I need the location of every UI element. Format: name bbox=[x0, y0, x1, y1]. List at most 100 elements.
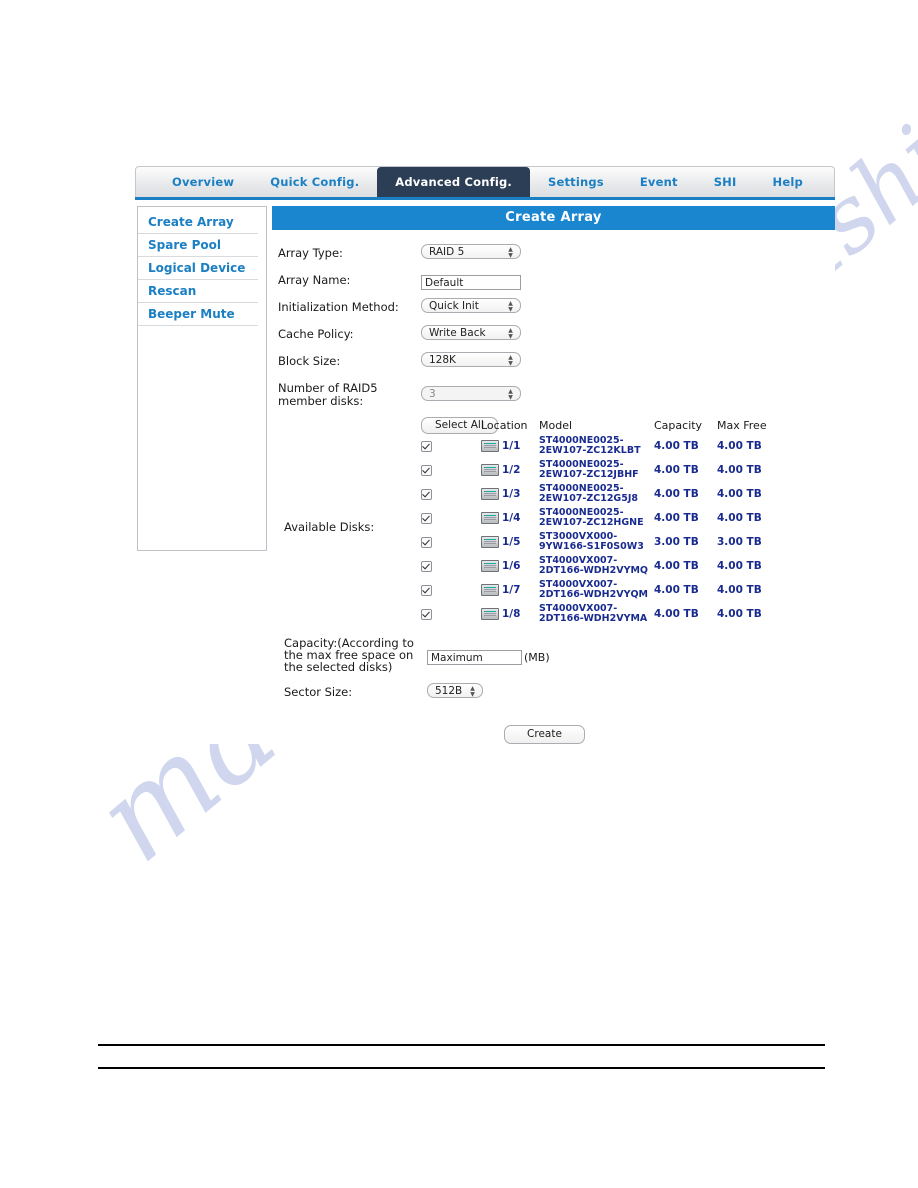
disk-select-cell bbox=[421, 581, 481, 600]
disk-capacity-value: 4.00 TB bbox=[654, 488, 717, 500]
disk-max-free-value: 4.00 TB bbox=[717, 464, 787, 476]
sidebar-item-rescan[interactable]: Rescan bbox=[138, 280, 258, 303]
content-panel: Create ArraySpare PoolLogical DeviceResc… bbox=[135, 197, 835, 744]
tab-advanced-config[interactable]: Advanced Config. bbox=[377, 167, 530, 197]
disk-model-cell: ST4000NE0025-2EW107-ZC12KLBT bbox=[539, 436, 654, 456]
disk-capacity-value: 4.00 TB bbox=[654, 440, 717, 452]
disk-location-value: 1/1 bbox=[502, 440, 520, 452]
disk-capacity-value: 3.00 TB bbox=[654, 536, 717, 548]
chevron-updown-icon: ▲▼ bbox=[506, 245, 515, 259]
hard-disk-icon bbox=[481, 440, 499, 452]
cache-policy-label: Cache Policy: bbox=[278, 325, 421, 341]
disk-max-free-value: 4.00 TB bbox=[717, 440, 787, 452]
disk-model-line2: 2EW107-ZC12G5J8 bbox=[539, 494, 654, 504]
disk-location-cell: 1/1 bbox=[481, 440, 539, 452]
field-row-sector-size: Sector Size: 512B ▲▼ bbox=[284, 683, 835, 702]
table-row: 1/3ST4000NE0025-2EW107-ZC12G5J84.00 TB4.… bbox=[278, 482, 835, 506]
col-header-capacity: Capacity bbox=[654, 419, 717, 432]
disk-model-line2: 2EW107-ZC12HGNE bbox=[539, 518, 654, 528]
disk-checkbox[interactable] bbox=[421, 465, 432, 476]
raid-web-gui: OverviewQuick Config.Advanced Config.Set… bbox=[135, 166, 835, 744]
hard-disk-icon bbox=[481, 536, 499, 548]
disk-model-cell: ST4000VX007-2DT166-WDH2VYQM bbox=[539, 580, 654, 600]
disk-max-free-value: 4.00 TB bbox=[717, 488, 787, 500]
field-row-capacity: Capacity:(According to the max free spac… bbox=[284, 634, 835, 673]
block-size-select[interactable]: 128K ▲▼ bbox=[421, 352, 521, 367]
disk-max-free-value: 4.00 TB bbox=[717, 560, 787, 572]
disk-location-cell: 1/2 bbox=[481, 464, 539, 476]
footer-divider-bottom bbox=[98, 1067, 825, 1069]
init-method-value: Quick Init bbox=[429, 300, 479, 312]
tab-help[interactable]: Help bbox=[755, 167, 821, 197]
sidebar-item-spare-pool[interactable]: Spare Pool bbox=[138, 234, 258, 257]
disk-select-cell bbox=[421, 557, 481, 576]
footer-divider-top bbox=[98, 1044, 825, 1046]
disk-model-line2: 2EW107-ZC12KLBT bbox=[539, 446, 654, 456]
capacity-input[interactable]: Maximum bbox=[427, 650, 522, 665]
sidebar-item-create-array[interactable]: Create Array bbox=[138, 211, 258, 234]
disk-location-value: 1/3 bbox=[502, 488, 520, 500]
tab-overview[interactable]: Overview bbox=[154, 167, 252, 197]
capacity-label: Capacity:(According to the max free spac… bbox=[284, 634, 427, 673]
disk-location-value: 1/7 bbox=[502, 584, 520, 596]
disk-model-line2: 2EW107-ZC12JBHF bbox=[539, 470, 654, 480]
sidebar-item-logical-device[interactable]: Logical Device bbox=[138, 257, 258, 280]
disk-checkbox[interactable] bbox=[421, 513, 432, 524]
cache-policy-value: Write Back bbox=[429, 327, 486, 339]
table-row: 1/8ST4000VX007-2DT166-WDH2VYMA4.00 TB4.0… bbox=[278, 602, 835, 626]
table-row: 1/1ST4000NE0025-2EW107-ZC12KLBT4.00 TB4.… bbox=[278, 434, 835, 458]
member-disks-select[interactable]: 3 ▲▼ bbox=[421, 386, 521, 401]
hard-disk-icon bbox=[481, 488, 499, 500]
disk-location-cell: 1/4 bbox=[481, 512, 539, 524]
field-row-block-size: Block Size: 128K ▲▼ bbox=[278, 352, 835, 371]
disk-checkbox[interactable] bbox=[421, 489, 432, 500]
init-method-select[interactable]: Quick Init ▲▼ bbox=[421, 298, 521, 313]
cache-policy-select[interactable]: Write Back ▲▼ bbox=[421, 325, 521, 340]
disk-select-cell bbox=[421, 461, 481, 480]
hard-disk-icon bbox=[481, 560, 499, 572]
select-all-cell: Select All bbox=[421, 417, 481, 434]
field-row-array-type: Array Type: RAID 5 ▲▼ bbox=[278, 244, 835, 263]
field-row-array-name: Array Name: Default bbox=[278, 271, 835, 290]
field-row-init-method: Initialization Method: Quick Init ▲▼ bbox=[278, 298, 835, 317]
capacity-unit: (MB) bbox=[524, 651, 550, 664]
array-name-input[interactable]: Default bbox=[421, 275, 521, 290]
disk-checkbox[interactable] bbox=[421, 537, 432, 548]
disk-model-line2: 2DT166-WDH2VYMA bbox=[539, 614, 654, 624]
disk-capacity-value: 4.00 TB bbox=[654, 464, 717, 476]
sidebar-item-beeper-mute[interactable]: Beeper Mute bbox=[138, 303, 258, 326]
disk-checkbox[interactable] bbox=[421, 585, 432, 596]
disk-location-cell: 1/8 bbox=[481, 608, 539, 620]
block-size-label: Block Size: bbox=[278, 352, 421, 368]
disk-model-cell: ST4000NE0025-2EW107-ZC12HGNE bbox=[539, 508, 654, 528]
chevron-updown-icon: ▲▼ bbox=[506, 353, 515, 367]
hard-disk-icon bbox=[481, 512, 499, 524]
create-button[interactable]: Create bbox=[504, 725, 585, 744]
tab-shi[interactable]: SHI bbox=[696, 167, 755, 197]
col-header-location: Location bbox=[481, 419, 539, 432]
main-content: Create Array Array Type: RAID 5 ▲▼ Array… bbox=[272, 200, 835, 744]
disk-model-cell: ST4000NE0025-2EW107-ZC12G5J8 bbox=[539, 484, 654, 504]
disk-checkbox[interactable] bbox=[421, 609, 432, 620]
member-disks-value: 3 bbox=[429, 388, 436, 400]
col-header-model: Model bbox=[539, 419, 654, 432]
member-disks-label: Number of RAID5 member disks: bbox=[278, 379, 421, 408]
array-type-value: RAID 5 bbox=[429, 246, 464, 258]
array-type-label: Array Type: bbox=[278, 244, 421, 260]
tab-settings[interactable]: Settings bbox=[530, 167, 622, 197]
sector-size-select[interactable]: 512B ▲▼ bbox=[427, 683, 483, 698]
tab-event[interactable]: Event bbox=[622, 167, 696, 197]
disk-capacity-value: 4.00 TB bbox=[654, 608, 717, 620]
field-row-member-disks: Number of RAID5 member disks: 3 ▲▼ bbox=[278, 379, 835, 408]
disk-model-line2: 2DT166-WDH2VYQM bbox=[539, 590, 654, 600]
hard-disk-icon bbox=[481, 608, 499, 620]
disk-checkbox[interactable] bbox=[421, 441, 432, 452]
disk-max-free-value: 4.00 TB bbox=[717, 512, 787, 524]
chevron-updown-icon: ▲▼ bbox=[506, 326, 515, 340]
disk-table-header: Select All Location Model Capacity Max F… bbox=[278, 416, 835, 434]
disk-model-cell: ST4000NE0025-2EW107-ZC12JBHF bbox=[539, 460, 654, 480]
tab-quick-config[interactable]: Quick Config. bbox=[252, 167, 377, 197]
main-tab-bar: OverviewQuick Config.Advanced Config.Set… bbox=[135, 166, 835, 197]
disk-checkbox[interactable] bbox=[421, 561, 432, 572]
array-type-select[interactable]: RAID 5 ▲▼ bbox=[421, 244, 521, 259]
